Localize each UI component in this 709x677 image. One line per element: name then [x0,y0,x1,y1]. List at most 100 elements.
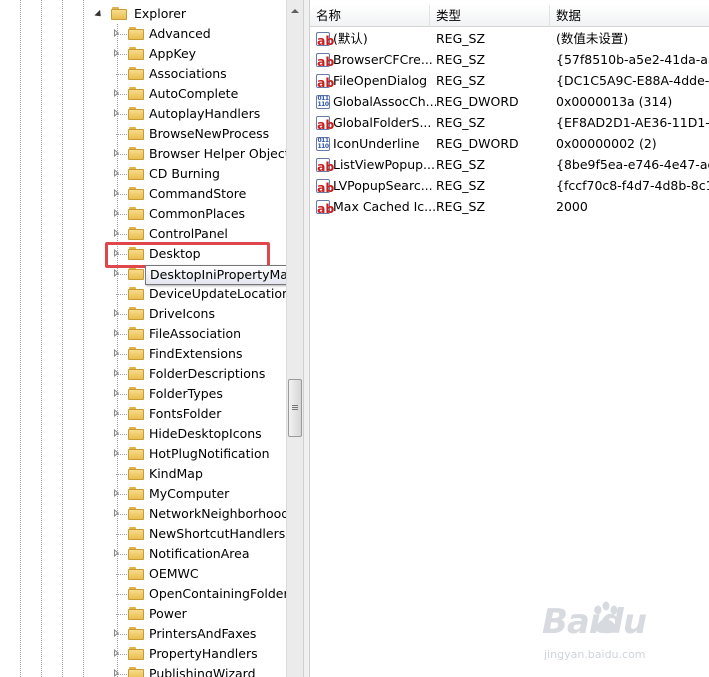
tree-node-label: MyComputer [149,486,230,501]
value-row[interactable]: ab GlobalFolderS... REG_SZ {EF8AD2D1-AE36-1… [310,112,709,133]
column-header-name[interactable]: 名称 [310,5,430,27]
folder-icon [128,127,145,141]
tree-node[interactable]: PropertyHandlers [0,644,286,664]
expand-arrow-icon[interactable] [114,209,119,217]
tree-node[interactable]: Power [0,604,286,624]
values-list: ab (默认) REG_SZ (数值未设置) ab BrowserCFCre... REG_… [310,28,709,217]
expand-arrow-icon[interactable] [114,189,119,197]
value-type: REG_SZ [436,51,486,67]
value-row[interactable]: 011 110 IconUnderline REG_DWORD 0x00000002 (… [310,133,709,154]
value-name: LVPopupSearc... [333,177,433,193]
tree-node[interactable]: PrintersAndFaxes [0,624,286,644]
expand-arrow-icon[interactable] [114,349,119,357]
tree-node[interactable]: FolderDescriptions [0,364,286,384]
folder-icon [128,507,145,521]
tree-node[interactable]: AutoplayHandlers [0,104,286,124]
value-row[interactable]: ab BrowserCFCre... REG_SZ {57f8510b-a5e2-41… [310,49,709,70]
tree-node-label: CD Burning [149,166,220,181]
value-row[interactable]: ab (默认) REG_SZ (数值未设置) [310,28,709,49]
expand-arrow-icon[interactable] [114,109,119,117]
collapse-arrow-icon[interactable] [94,9,104,19]
value-row[interactable]: ab ListViewPopup... REG_SZ {8be9f5ea-e746-4… [310,154,709,175]
tree-node[interactable]: CommandStore [0,184,286,204]
expand-arrow-icon[interactable] [114,89,119,97]
folder-icon [128,487,145,501]
tree-node[interactable]: NewShortcutHandlers [0,524,286,544]
scrollbar-thumb[interactable] [288,379,302,437]
expand-arrow-icon[interactable] [114,49,119,57]
expand-arrow-icon[interactable] [114,269,119,277]
pane-splitter[interactable] [303,0,310,677]
tree-node-explorer[interactable]: Explorer [94,4,186,24]
tree-node[interactable]: HideDesktopIcons [0,424,286,444]
registry-tree-pane[interactable]: Explorer Advanced AppKey Associations AutoC… [0,0,286,677]
value-type: REG_SZ [436,156,486,172]
column-header-data[interactable]: 数据 [550,5,709,27]
folder-icon [128,27,145,41]
value-type: REG_DWORD [436,93,519,109]
expand-arrow-icon[interactable] [114,389,119,397]
tree-node[interactable]: DeviceUpdateLocations [0,284,286,304]
value-row[interactable]: ab FileOpenDialog REG_SZ {DC1C5A9C-E88A-4dd… [310,70,709,91]
expand-arrow-icon[interactable] [114,629,119,637]
tree-node[interactable]: Associations [0,64,286,84]
folder-icon [128,367,145,381]
expand-arrow-icon[interactable] [114,169,119,177]
tree-node[interactable]: DriveIcons [0,304,286,324]
value-type: REG_SZ [436,72,486,88]
tree-node[interactable]: HotPlugNotification [0,444,286,464]
tree-node-label: NewShortcutHandlers [149,526,286,541]
tree-node[interactable]: NetworkNeighborhood [0,504,286,524]
folder-icon [128,427,145,441]
expand-arrow-icon[interactable] [114,429,119,437]
folder-icon [128,627,145,641]
value-name: FileOpenDialog [333,72,428,88]
registry-values-pane[interactable]: 名称 类型 数据 ab (默认) REG_SZ (数值未设置) ab BrowserCFC… [310,0,709,677]
folder-icon [128,87,145,101]
tree-node[interactable]: CD Burning [0,164,286,184]
value-row[interactable]: ab Max Cached Ic... REG_SZ 2000 [310,196,709,217]
tree-node[interactable]: CommonPlaces [0,204,286,224]
expand-arrow-icon[interactable] [114,369,119,377]
value-type-cell: REG_SZ [436,31,556,47]
expand-arrow-icon[interactable] [114,149,119,157]
scroll-up-arrow-icon[interactable] [291,9,299,13]
expand-arrow-icon[interactable] [114,449,119,457]
tree-node-label: Associations [149,66,227,81]
tree-node[interactable]: PublishingWizard [0,664,286,677]
tree-node-label: Browser Helper Objects [149,146,286,161]
tree-node[interactable]: NotificationArea [0,544,286,564]
expand-arrow-icon[interactable] [114,29,119,37]
column-header-type[interactable]: 类型 [430,5,550,27]
tree-node[interactable]: ControlPanel [0,224,286,244]
tree-node[interactable]: KindMap [0,464,286,484]
value-row[interactable]: ab LVPopupSearc... REG_SZ {fccf70c8-f4d7-4d… [310,175,709,196]
tree-node[interactable]: FolderTypes [0,384,286,404]
expand-arrow-icon[interactable] [114,549,119,557]
expand-arrow-icon[interactable] [114,649,119,657]
tree-node[interactable]: FindExtensions [0,344,286,364]
tree-node[interactable]: OpenContainingFolderH [0,584,286,604]
expand-arrow-icon[interactable] [114,669,119,677]
expand-arrow-icon[interactable] [114,409,119,417]
tree-node[interactable]: MyComputer [0,484,286,504]
tree-node[interactable]: Advanced [0,24,286,44]
tree-node[interactable]: AppKey [0,44,286,64]
tree-node-label: NetworkNeighborhood [149,506,286,521]
tree-node[interactable]: BrowseNewProcess [0,124,286,144]
tree-node[interactable]: OEMWC [0,564,286,584]
tree-node[interactable]: Browser Helper Objects [0,144,286,164]
value-data-cell: 2000 [556,199,709,215]
expand-arrow-icon[interactable] [114,489,119,497]
dword-value-icon: 011 110 [316,94,330,109]
value-row[interactable]: 011 110 GlobalAssocCh... REG_DWORD 0x0000013… [310,91,709,112]
expand-arrow-icon[interactable] [114,229,119,237]
tree-node[interactable]: FontsFolder [0,404,286,424]
expand-arrow-icon[interactable] [114,309,119,317]
tree-vertical-scrollbar[interactable] [286,0,303,677]
expand-arrow-icon[interactable] [114,509,119,517]
tree-node-label: OEMWC [149,566,199,581]
tree-node[interactable]: FileAssociation [0,324,286,344]
tree-node[interactable]: AutoComplete [0,84,286,104]
expand-arrow-icon[interactable] [114,329,119,337]
